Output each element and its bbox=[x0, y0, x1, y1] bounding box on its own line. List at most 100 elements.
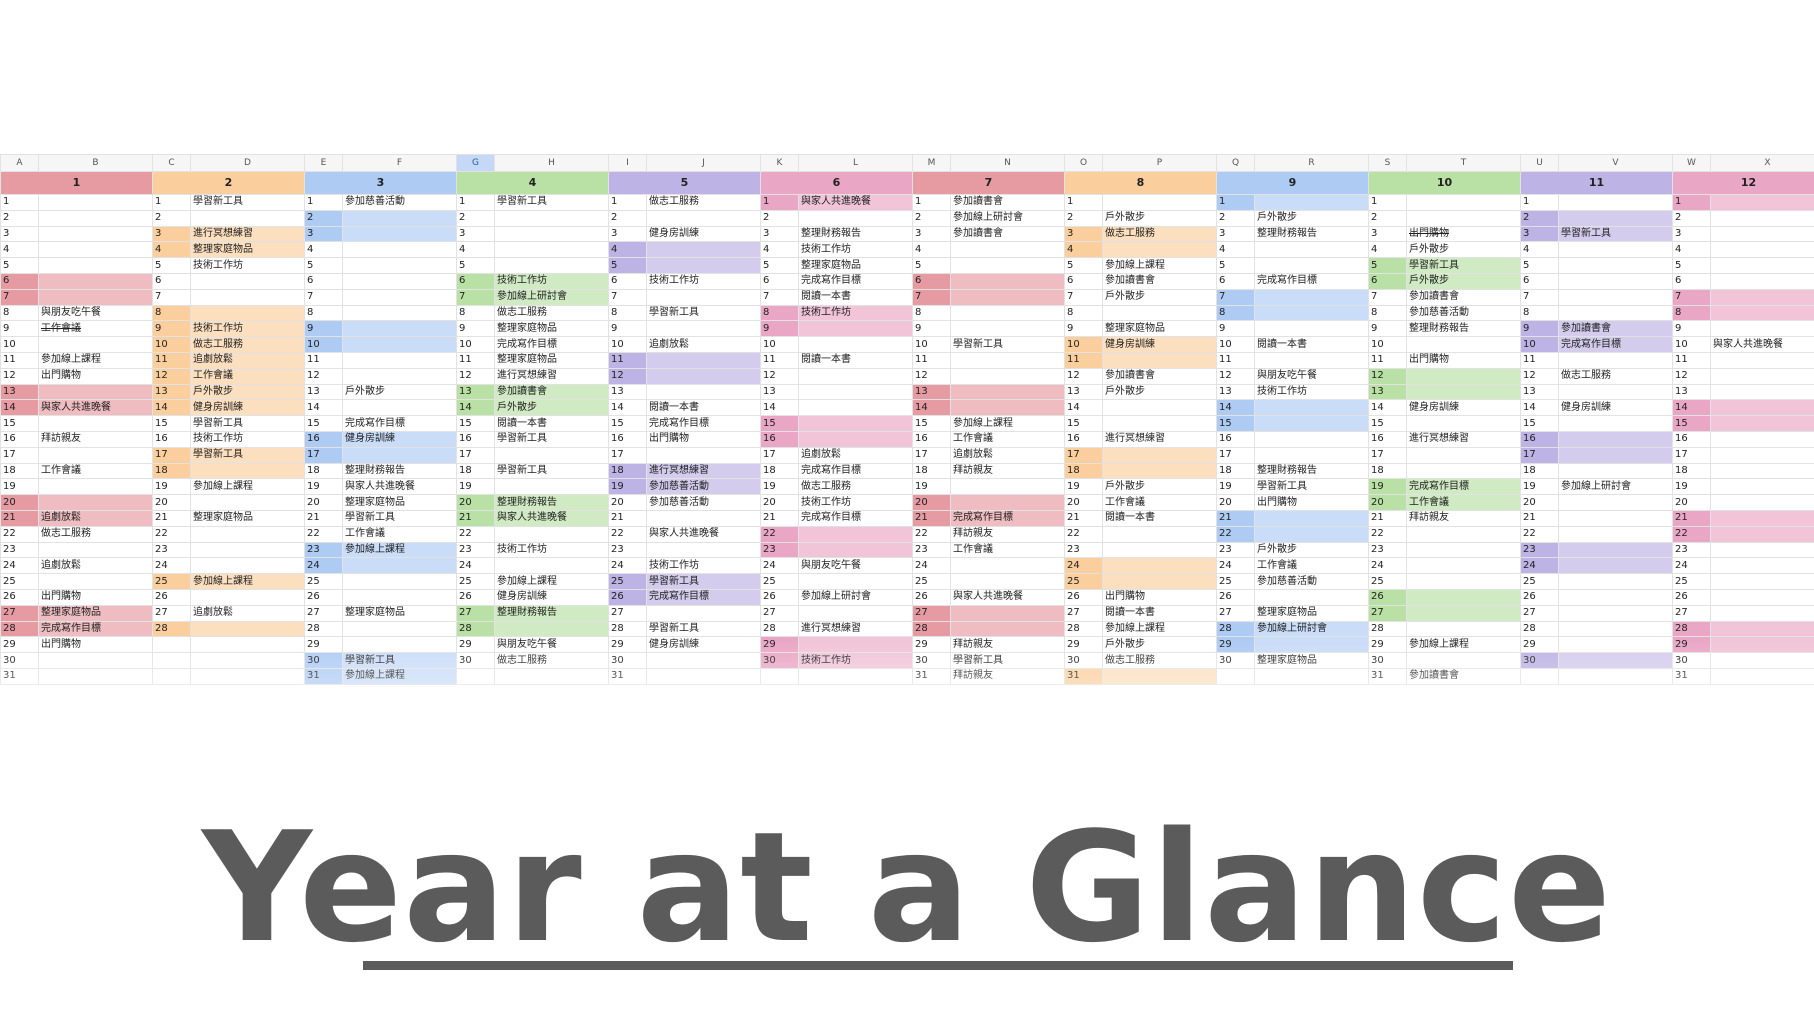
event-cell[interactable] bbox=[1102, 446, 1217, 464]
event-cell[interactable] bbox=[342, 320, 457, 338]
day-number-cell[interactable]: 24 bbox=[304, 557, 343, 575]
day-number-cell[interactable]: 29 bbox=[912, 636, 951, 654]
column-header-u[interactable]: U bbox=[1520, 154, 1559, 172]
event-cell[interactable]: 拜訪親友 bbox=[1406, 509, 1521, 527]
day-number-cell[interactable]: 20 bbox=[152, 494, 191, 511]
column-header-r[interactable]: R bbox=[1254, 154, 1369, 172]
event-cell[interactable]: 整理家庭物品 bbox=[494, 320, 609, 338]
day-number-cell[interactable]: 3 bbox=[912, 225, 951, 243]
event-cell[interactable]: 參加線上課程 bbox=[1102, 620, 1217, 638]
event-cell[interactable] bbox=[1406, 446, 1521, 464]
day-number-cell[interactable]: 29 bbox=[0, 636, 39, 654]
day-number-cell[interactable]: 31 bbox=[912, 667, 951, 685]
day-number-cell[interactable]: 2 bbox=[912, 209, 951, 227]
event-cell[interactable] bbox=[342, 557, 457, 575]
day-number-cell[interactable]: 29 bbox=[1672, 636, 1711, 654]
event-cell[interactable] bbox=[1254, 399, 1369, 417]
event-cell[interactable] bbox=[1558, 209, 1673, 227]
day-number-cell[interactable]: 15 bbox=[760, 415, 799, 432]
day-number-cell[interactable]: 3 bbox=[1064, 225, 1103, 243]
day-number-cell[interactable]: 2 bbox=[1672, 209, 1711, 227]
event-cell[interactable] bbox=[342, 209, 457, 227]
day-number-cell[interactable]: 14 bbox=[912, 399, 951, 417]
event-cell[interactable]: 學習新工具 bbox=[494, 430, 609, 448]
day-number-cell[interactable]: 5 bbox=[1368, 257, 1407, 274]
event-cell[interactable]: 學習新工具 bbox=[1254, 478, 1369, 496]
day-number-cell[interactable]: 16 bbox=[456, 430, 495, 448]
day-number-cell[interactable]: 1 bbox=[760, 194, 799, 211]
event-cell[interactable]: 健身房訓練 bbox=[646, 636, 761, 654]
day-number-cell[interactable]: 1 bbox=[1672, 194, 1711, 211]
event-cell[interactable] bbox=[342, 241, 457, 259]
event-cell[interactable]: 閱讀一本書 bbox=[798, 288, 913, 306]
event-cell[interactable]: 與家人共進晚餐 bbox=[342, 478, 457, 496]
day-number-cell[interactable]: 26 bbox=[1368, 588, 1407, 606]
event-cell[interactable] bbox=[1710, 525, 1814, 543]
event-cell[interactable]: 進行冥想練習 bbox=[1406, 430, 1521, 448]
event-cell[interactable]: 與家人共進晚餐 bbox=[646, 525, 761, 543]
event-cell[interactable]: 參加線上課程 bbox=[950, 415, 1065, 432]
event-cell[interactable] bbox=[1102, 415, 1217, 432]
day-number-cell[interactable]: 24 bbox=[760, 557, 799, 575]
event-cell[interactable]: 工作會議 bbox=[1102, 494, 1217, 511]
day-number-cell[interactable]: 2 bbox=[608, 209, 647, 227]
event-cell[interactable] bbox=[1558, 604, 1673, 622]
event-cell[interactable] bbox=[190, 209, 305, 227]
event-cell[interactable] bbox=[798, 525, 913, 543]
event-cell[interactable] bbox=[190, 288, 305, 306]
day-number-cell[interactable]: 10 bbox=[0, 336, 39, 353]
event-cell[interactable]: 與家人共進晚餐 bbox=[1710, 336, 1814, 353]
event-cell[interactable] bbox=[646, 288, 761, 306]
day-number-cell[interactable]: 4 bbox=[1520, 241, 1559, 259]
event-cell[interactable] bbox=[1710, 588, 1814, 606]
event-cell[interactable] bbox=[798, 541, 913, 559]
event-cell[interactable] bbox=[1558, 430, 1673, 448]
event-cell[interactable] bbox=[494, 557, 609, 575]
day-number-cell[interactable]: 8 bbox=[1216, 304, 1255, 322]
event-cell[interactable]: 學習新工具 bbox=[190, 415, 305, 432]
event-cell[interactable] bbox=[1102, 525, 1217, 543]
day-number-cell[interactable]: 30 bbox=[608, 652, 647, 669]
event-cell[interactable]: 做志工服務 bbox=[190, 336, 305, 353]
event-cell[interactable]: 拜訪親友 bbox=[950, 462, 1065, 480]
day-number-cell[interactable]: 24 bbox=[456, 557, 495, 575]
day-number-cell[interactable]: 17 bbox=[1520, 446, 1559, 464]
event-cell[interactable] bbox=[1558, 509, 1673, 527]
event-cell[interactable] bbox=[646, 241, 761, 259]
day-number-cell[interactable]: 3 bbox=[1520, 225, 1559, 243]
event-cell[interactable] bbox=[494, 241, 609, 259]
event-cell[interactable] bbox=[342, 620, 457, 638]
event-cell[interactable]: 完成寫作目標 bbox=[798, 462, 913, 480]
event-cell[interactable]: 戶外散步 bbox=[190, 383, 305, 401]
day-number-cell[interactable]: 4 bbox=[304, 241, 343, 259]
event-cell[interactable] bbox=[646, 383, 761, 401]
day-number-cell[interactable]: 29 bbox=[1064, 636, 1103, 654]
day-number-cell[interactable]: 15 bbox=[1216, 415, 1255, 432]
event-cell[interactable]: 戶外散步 bbox=[1254, 209, 1369, 227]
event-cell[interactable]: 參加線上課程 bbox=[190, 573, 305, 590]
event-cell[interactable] bbox=[38, 272, 153, 290]
event-cell[interactable]: 整理財務報告 bbox=[342, 462, 457, 480]
event-cell[interactable] bbox=[1710, 604, 1814, 622]
event-cell[interactable] bbox=[950, 288, 1065, 306]
day-number-cell[interactable]: 13 bbox=[1064, 383, 1103, 401]
day-number-cell[interactable]: 8 bbox=[912, 304, 951, 322]
day-number-cell[interactable]: 9 bbox=[304, 320, 343, 338]
event-cell[interactable] bbox=[1406, 462, 1521, 480]
event-cell[interactable]: 健身房訓練 bbox=[1558, 399, 1673, 417]
day-number-cell[interactable]: 2 bbox=[304, 209, 343, 227]
day-number-cell[interactable]: 18 bbox=[1064, 462, 1103, 480]
event-cell[interactable]: 健身房訓練 bbox=[1406, 399, 1521, 417]
event-cell[interactable]: 做志工服務 bbox=[646, 194, 761, 211]
day-number-cell[interactable]: 3 bbox=[304, 225, 343, 243]
event-cell[interactable] bbox=[342, 225, 457, 243]
day-number-cell[interactable]: 5 bbox=[304, 257, 343, 274]
day-number-cell[interactable] bbox=[152, 636, 191, 654]
event-cell[interactable] bbox=[646, 257, 761, 274]
event-cell[interactable] bbox=[1710, 636, 1814, 654]
day-number-cell[interactable]: 7 bbox=[152, 288, 191, 306]
day-number-cell[interactable]: 1 bbox=[1368, 194, 1407, 211]
event-cell[interactable] bbox=[1406, 383, 1521, 401]
day-number-cell[interactable]: 27 bbox=[1064, 604, 1103, 622]
event-cell[interactable]: 工作會議 bbox=[1254, 557, 1369, 575]
